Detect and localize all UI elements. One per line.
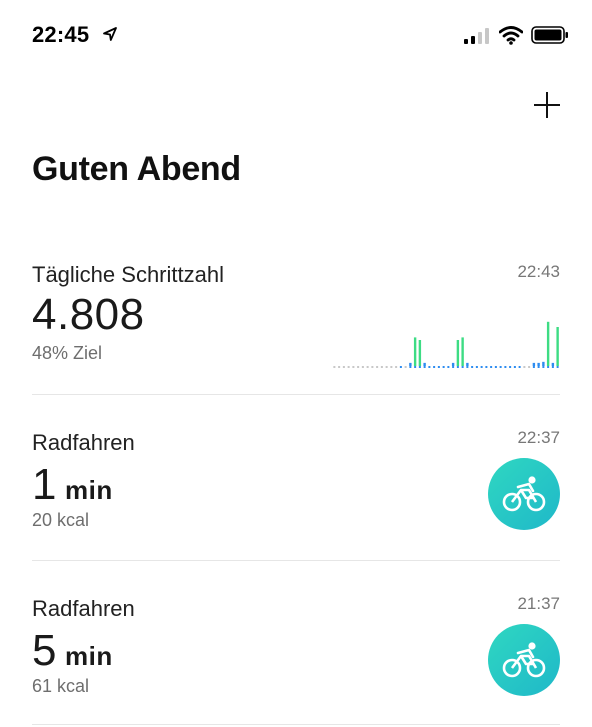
sparkline-baseline-dot (466, 366, 469, 368)
bicycle-icon (502, 642, 546, 678)
sparkline-baseline-dot (547, 366, 550, 368)
sparkline-bar (532, 362, 536, 366)
sparkline-bar (466, 362, 469, 366)
steps-sparkline-chart (333, 321, 559, 368)
steps-count: 4.808 (32, 290, 145, 339)
battery-icon (531, 26, 568, 44)
sparkline-bar (418, 340, 422, 366)
sparkline-baseline-dot (418, 366, 421, 368)
sparkline-baseline-dot (404, 366, 407, 368)
wifi-icon (499, 26, 523, 45)
cycling-card[interactable]: Radfahren 22:37 1 min 20 kcal (32, 424, 560, 554)
sparkline-baseline-dot (452, 366, 455, 368)
sparkline-bar (556, 327, 559, 366)
cycling-card-title: Radfahren (32, 596, 135, 621)
sparkline-baseline-dot (475, 366, 478, 368)
cycling-calories: 61 kcal (32, 676, 90, 696)
cycling-duration-value: 1 (32, 460, 57, 509)
sparkline-bar (451, 362, 455, 366)
sparkline-baseline-dot (414, 366, 417, 368)
sparkline-baseline-dot (409, 366, 412, 368)
sparkline-baseline-dot (499, 366, 502, 368)
sparkline-baseline-dot (490, 366, 493, 368)
sparkline-bar (551, 362, 555, 366)
sparkline-bar (542, 361, 545, 366)
sparkline-bar (413, 337, 417, 366)
cycling-calories: 20 kcal (32, 510, 90, 530)
cycling-card[interactable]: Radfahren 21:37 5 min 61 kcal (32, 590, 560, 720)
sparkline-baseline-dot (380, 366, 383, 368)
sparkline-baseline-dot (433, 366, 436, 368)
sparkline-baseline-dot (442, 366, 445, 368)
sparkline-baseline-dot (361, 366, 364, 368)
add-button[interactable] (530, 88, 564, 122)
status-time: 22:45 (32, 22, 90, 47)
sparkline-baseline-dot (395, 366, 398, 368)
cellular-signal-icon (464, 28, 489, 44)
sparkline-baseline-dot (423, 366, 426, 368)
page-title: Guten Abend (32, 150, 241, 188)
sparkline-baseline-dot (399, 366, 402, 368)
sparkline-baseline-dot (390, 366, 393, 368)
sparkline-baseline-dot (385, 366, 388, 368)
sparkline-baseline-dot (551, 366, 554, 368)
steps-card-title: Tägliche Schrittzahl (32, 262, 224, 287)
sparkline-baseline-dot (357, 366, 360, 368)
sparkline-bar (409, 362, 412, 366)
steps-card-time: 22:43 (517, 262, 560, 281)
sparkline-baseline-dot (471, 366, 474, 368)
sparkline-baseline-dot (528, 366, 531, 368)
status-bar: 22:45 (0, 0, 592, 72)
sparkline-baseline-dot (532, 366, 535, 368)
sparkline-bar (546, 321, 550, 366)
cycling-card-time: 21:37 (517, 594, 560, 613)
sparkline-baseline-dot (504, 366, 507, 368)
sparkline-baseline-dot (347, 366, 350, 368)
sparkline-baseline-dot (352, 366, 355, 368)
cycling-duration-unit: min (64, 475, 113, 505)
sparkline-baseline-dot (428, 366, 431, 368)
cycling-duration-unit: min (64, 641, 113, 671)
cycling-activity-badge (488, 624, 560, 696)
sparkline-baseline-dot (513, 366, 516, 368)
sparkline-baseline-dot (480, 366, 483, 368)
sparkline-baseline-dot (461, 366, 464, 368)
sparkline-baseline-dot (437, 366, 440, 368)
cycling-duration: 5 min (32, 626, 113, 676)
divider (32, 560, 560, 561)
cycling-card-time: 22:37 (517, 428, 560, 447)
divider (32, 394, 560, 395)
cycling-card-title: Radfahren (32, 430, 135, 455)
sparkline-bar (537, 362, 540, 366)
cycling-duration-value: 5 (32, 626, 57, 675)
sparkline-baseline-dot (376, 366, 379, 368)
divider (32, 724, 560, 725)
sparkline-bar (461, 337, 464, 366)
sparkline-baseline-dot (366, 366, 369, 368)
sparkline-baseline-dot (523, 366, 526, 368)
sparkline-baseline-dot (518, 366, 521, 368)
sparkline-baseline-dot (333, 366, 336, 368)
sparkline-baseline-dot (509, 366, 512, 368)
sparkline-baseline-dot (447, 366, 450, 368)
sparkline-baseline-dot (456, 366, 459, 368)
sparkline-baseline-dot (371, 366, 374, 368)
sparkline-baseline-dot (494, 366, 497, 368)
bicycle-icon (502, 476, 546, 512)
cycling-duration: 1 min (32, 460, 113, 510)
sparkline-baseline-dot (542, 366, 545, 368)
sparkline-bar (456, 340, 460, 366)
location-arrow-icon (103, 27, 117, 41)
steps-goal-percent: 48% Ziel (32, 343, 103, 363)
sparkline-baseline-dot (537, 366, 540, 368)
sparkline-baseline-dot (338, 366, 341, 368)
sparkline-baseline-dot (342, 366, 345, 368)
sparkline-bar (423, 362, 426, 366)
sparkline-baseline-dot (556, 366, 559, 368)
sparkline-baseline-dot (485, 366, 488, 368)
steps-card[interactable]: Tägliche Schrittzahl 22:43 4.808 48% Zie… (32, 258, 560, 388)
cycling-activity-badge (488, 458, 560, 530)
